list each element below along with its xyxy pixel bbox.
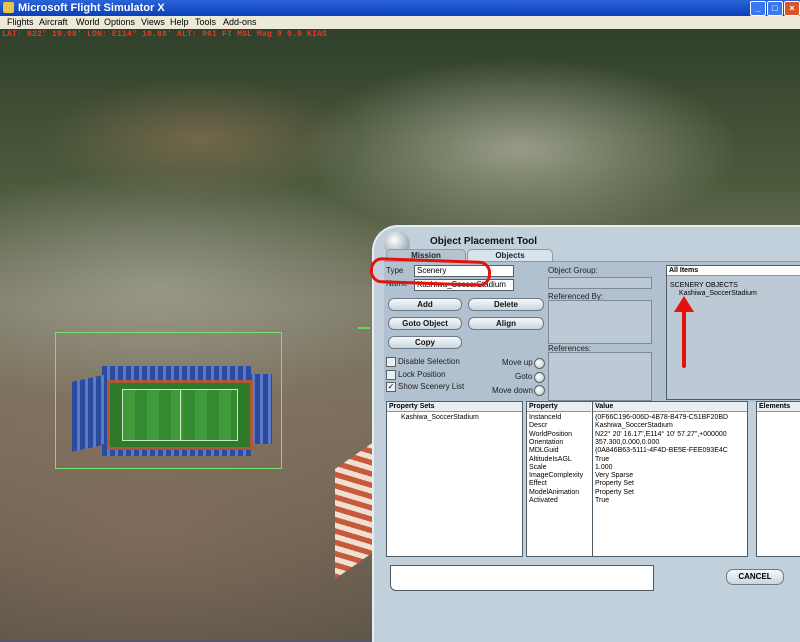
menu-views[interactable]: Views xyxy=(141,16,165,29)
property-name-cell[interactable]: Activated xyxy=(529,497,558,505)
menu-help[interactable]: Help xyxy=(170,16,189,29)
property-value-cell[interactable]: 1.000 xyxy=(595,464,745,472)
window-titlebar: Microsoft Flight Simulator X _ □ × xyxy=(0,0,800,16)
references-list[interactable] xyxy=(548,352,652,401)
menu-aircraft[interactable]: Aircraft xyxy=(39,16,68,29)
property-name-cell[interactable]: AltitudeIsAGL xyxy=(529,456,572,464)
property-column-header: Property xyxy=(527,402,591,412)
property-value-cell[interactable]: Very Sparse xyxy=(595,472,745,480)
stadium-stand-west xyxy=(72,374,107,452)
move-up-label: Move up xyxy=(502,358,533,367)
property-value-cell[interactable]: {0A846B63-5111-4F4D-BE5E-FEE093E4C xyxy=(595,447,745,455)
minimize-button[interactable]: _ xyxy=(750,1,766,16)
property-value-cell[interactable]: {0F66C196-006D-4B78-B479-C51BF20BD xyxy=(595,414,745,422)
status-field[interactable] xyxy=(390,565,654,591)
menu-tools[interactable]: Tools xyxy=(195,16,216,29)
close-button[interactable]: × xyxy=(784,1,800,16)
value-column-header: Value xyxy=(593,402,747,412)
object-group-label: Object Group: xyxy=(548,266,598,275)
maximize-button[interactable]: □ xyxy=(767,1,783,16)
copy-button[interactable]: Copy xyxy=(388,336,462,349)
stadium-pitch xyxy=(107,380,253,450)
move-up-radio[interactable] xyxy=(534,358,545,369)
elements-header: Elements xyxy=(757,402,800,412)
lock-position-checkbox[interactable] xyxy=(386,370,396,380)
disable-selection-label: Disable Selection xyxy=(398,357,460,366)
property-name-cell[interactable]: Effect xyxy=(529,480,547,488)
property-name-cell[interactable]: InstanceId xyxy=(529,414,561,422)
property-sets-list[interactable]: Property Sets Kashiwa_SoccerStadium xyxy=(386,401,523,557)
property-name-cell[interactable]: ImageComplexity xyxy=(529,472,583,480)
property-value-cell[interactable]: Property Set xyxy=(595,489,745,497)
annotation-arrow xyxy=(682,300,686,368)
menu-addons[interactable]: Add-ons xyxy=(223,16,257,29)
move-down-radio[interactable] xyxy=(534,385,545,396)
annotation-circle xyxy=(369,256,492,288)
disable-selection-checkbox[interactable] xyxy=(386,357,396,367)
property-name-cell[interactable]: ModelAnimation xyxy=(529,489,579,497)
property-value-cell[interactable]: Kashiwa_SoccerStadium xyxy=(595,422,745,430)
move-down-label: Move down xyxy=(492,386,533,395)
property-name-cell[interactable]: WorldPosition xyxy=(529,431,572,439)
goto-radio[interactable] xyxy=(534,372,545,383)
object-group-field[interactable] xyxy=(548,277,652,289)
property-name-cell[interactable]: MDLGuid xyxy=(529,447,559,455)
lock-position-label: Lock Position xyxy=(398,370,446,379)
stadium-model[interactable] xyxy=(62,362,277,460)
menu-options[interactable]: Options xyxy=(104,16,135,29)
property-name-cell[interactable]: Scale xyxy=(529,464,547,472)
property-sets-header: Property Sets xyxy=(387,402,522,412)
property-value-cell[interactable]: True xyxy=(595,497,745,505)
cancel-button[interactable]: CANCEL xyxy=(726,569,784,585)
goto-label: Goto xyxy=(515,372,533,381)
menu-flights[interactable]: Flights xyxy=(7,16,34,29)
property-name-cell[interactable]: Descr xyxy=(529,422,547,430)
property-table[interactable]: Property Value InstanceId {0F66C196-006D-… xyxy=(526,401,748,557)
tree-group-scenery-objects[interactable]: SCENERY OBJECTS xyxy=(670,282,738,290)
scenery-tree[interactable]: All Items SCENERY OBJECTS Kashiwa_Soccer… xyxy=(666,265,800,400)
goto-object-button[interactable]: Goto Object xyxy=(388,317,462,330)
referenced-by-list[interactable] xyxy=(548,300,652,344)
menu-bar: Flights Aircraft World Options Views Hel… xyxy=(0,16,800,29)
property-value-cell[interactable]: N22° 20' 16.17",E114° 10' 57.27",+000000 xyxy=(595,431,745,439)
app-icon xyxy=(3,2,14,13)
hud-readout: LAT: N22° 19.08' LON: E114° 10.88' ALT: … xyxy=(2,30,328,39)
menu-world[interactable]: World xyxy=(76,16,99,29)
property-value-cell[interactable]: 357.300,0.000,0.000 xyxy=(595,439,745,447)
crosshair-marker xyxy=(358,327,370,329)
stadium-stand-north xyxy=(102,366,252,380)
property-set-item[interactable]: Kashiwa_SoccerStadium xyxy=(401,414,479,422)
elements-list[interactable]: Elements xyxy=(756,401,800,557)
show-scenery-list-checkbox[interactable]: ✓ xyxy=(386,382,396,392)
property-name-cell[interactable]: Orientation xyxy=(529,439,563,447)
window-title: Microsoft Flight Simulator X xyxy=(18,2,165,14)
dialog-title: Object Placement Tool xyxy=(430,236,538,247)
add-button[interactable]: Add xyxy=(388,298,462,311)
all-items-dropdown[interactable]: All Items xyxy=(667,266,800,276)
align-button[interactable]: Align xyxy=(468,317,544,330)
show-scenery-list-label: Show Scenery List xyxy=(398,382,465,391)
delete-button[interactable]: Delete xyxy=(468,298,544,311)
property-value-cell[interactable]: True xyxy=(595,456,745,464)
property-value-cell[interactable]: Property Set xyxy=(595,480,745,488)
